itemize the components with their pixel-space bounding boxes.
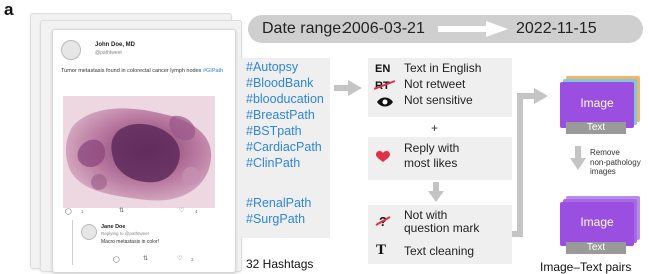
right-arrow-icon [438, 21, 508, 37]
filter-box-text: ? Not with question mark T Text cleaning [368, 205, 512, 264]
thread-line [72, 220, 73, 265]
reply-reply-icon[interactable]: ◯ [113, 256, 120, 263]
avatar [61, 40, 81, 60]
like-icon[interactable]: ♡ [179, 207, 184, 214]
no-retweet-icon: RT [374, 80, 396, 92]
english-icon: EN [375, 63, 391, 75]
reply-icon[interactable]: ◯ [65, 208, 72, 215]
filter-label: Not sensitive [404, 93, 473, 107]
image-card-front: Image [560, 202, 634, 246]
hashtag-item: #ClinPath [246, 156, 301, 170]
eye-icon [377, 97, 393, 107]
text-bar: Text [566, 242, 626, 254]
histology-image [63, 96, 215, 208]
tweet-card: John Doe, MD @pathtweet Tumor metastasis… [52, 29, 236, 273]
hashtag-item: #SurgPath [246, 212, 306, 226]
hashtag-item: #BreastPath [246, 108, 315, 122]
like-count: 4 [195, 209, 198, 214]
image-label: Image [580, 215, 614, 229]
hashtag-item: #RenalPath [246, 196, 312, 210]
hashtag-item: #BSTpath [246, 124, 302, 138]
tweet-text: Tumor metastasis found in colorectal can… [61, 68, 231, 75]
filter-box-basic: EN Text in English RT Not retweet Not se… [368, 58, 512, 117]
retweet-icon[interactable]: ⇅ [119, 207, 124, 214]
date-range-end: 2022-11-15 [516, 20, 597, 37]
date-range-bar: Date range: 2006-03-21 2022-11-15 [248, 15, 643, 43]
elbow-arrow-icon [512, 88, 548, 237]
hashtag-item: #CardiacPath [246, 140, 322, 154]
tweet-author-handle: @pathtweet [95, 50, 122, 56]
remove-line: images [590, 167, 616, 176]
down-arrow-icon [428, 182, 444, 202]
reply-retweet-icon[interactable]: ⇅ [143, 255, 148, 262]
image-text-pairs-label: Image–Text pairs [540, 260, 632, 274]
filter-label: most likes [404, 156, 458, 170]
filter-box-likes: Reply with most likes [368, 137, 512, 180]
filter-label: question mark [404, 221, 480, 235]
remove-non-pathology-label: Remove non-pathology images [590, 148, 641, 177]
text-bar: Text [566, 122, 626, 134]
date-range-start: 2006-03-21 [343, 20, 425, 37]
hashtag-item: #blooducation [246, 92, 324, 106]
filter-label: Not retweet [404, 77, 466, 91]
remove-line: non-pathology [590, 157, 641, 167]
down-arrow-icon [570, 146, 586, 170]
hashtag-count-label: 32 Hashtags [246, 257, 314, 271]
hashtag-list: #Autopsy #BloodBank #blooducation #Breas… [238, 58, 330, 238]
text-cleaning-icon: T [376, 242, 387, 258]
reply-text: Macro metastasis in color! [101, 239, 160, 245]
reply-avatar [81, 224, 97, 240]
reply-like-icon[interactable]: ♡ [177, 255, 182, 262]
plus-sign: + [431, 121, 439, 135]
image-label: Image [580, 96, 614, 110]
date-range-label: Date range: [262, 20, 346, 37]
panel-label: a [4, 0, 14, 19]
reply-author-name: Jane Doe [101, 224, 126, 230]
remove-line: Remove [590, 148, 620, 157]
reply-like-count: 3 [191, 257, 194, 262]
filter-label: Reply with [404, 141, 460, 155]
filter-label: Text cleaning [404, 244, 475, 258]
heart-icon [376, 151, 390, 162]
right-arrow-icon [334, 80, 362, 96]
hashtag-item: #Autopsy [246, 60, 299, 74]
crossed-question-icon: ? [375, 214, 391, 229]
hashtag-item: #BloodBank [246, 76, 314, 90]
filter-label: Text in English [404, 61, 482, 75]
tweet-hashtag: #GIPath [202, 68, 224, 74]
tweet-author-name: John Doe, MD [95, 42, 135, 48]
reply-to-handle: Replying to @pathtweet [101, 231, 149, 236]
reply-count: 1 [81, 209, 84, 214]
tweet-body: Tumor metastasis found in colorectal can… [61, 68, 203, 74]
